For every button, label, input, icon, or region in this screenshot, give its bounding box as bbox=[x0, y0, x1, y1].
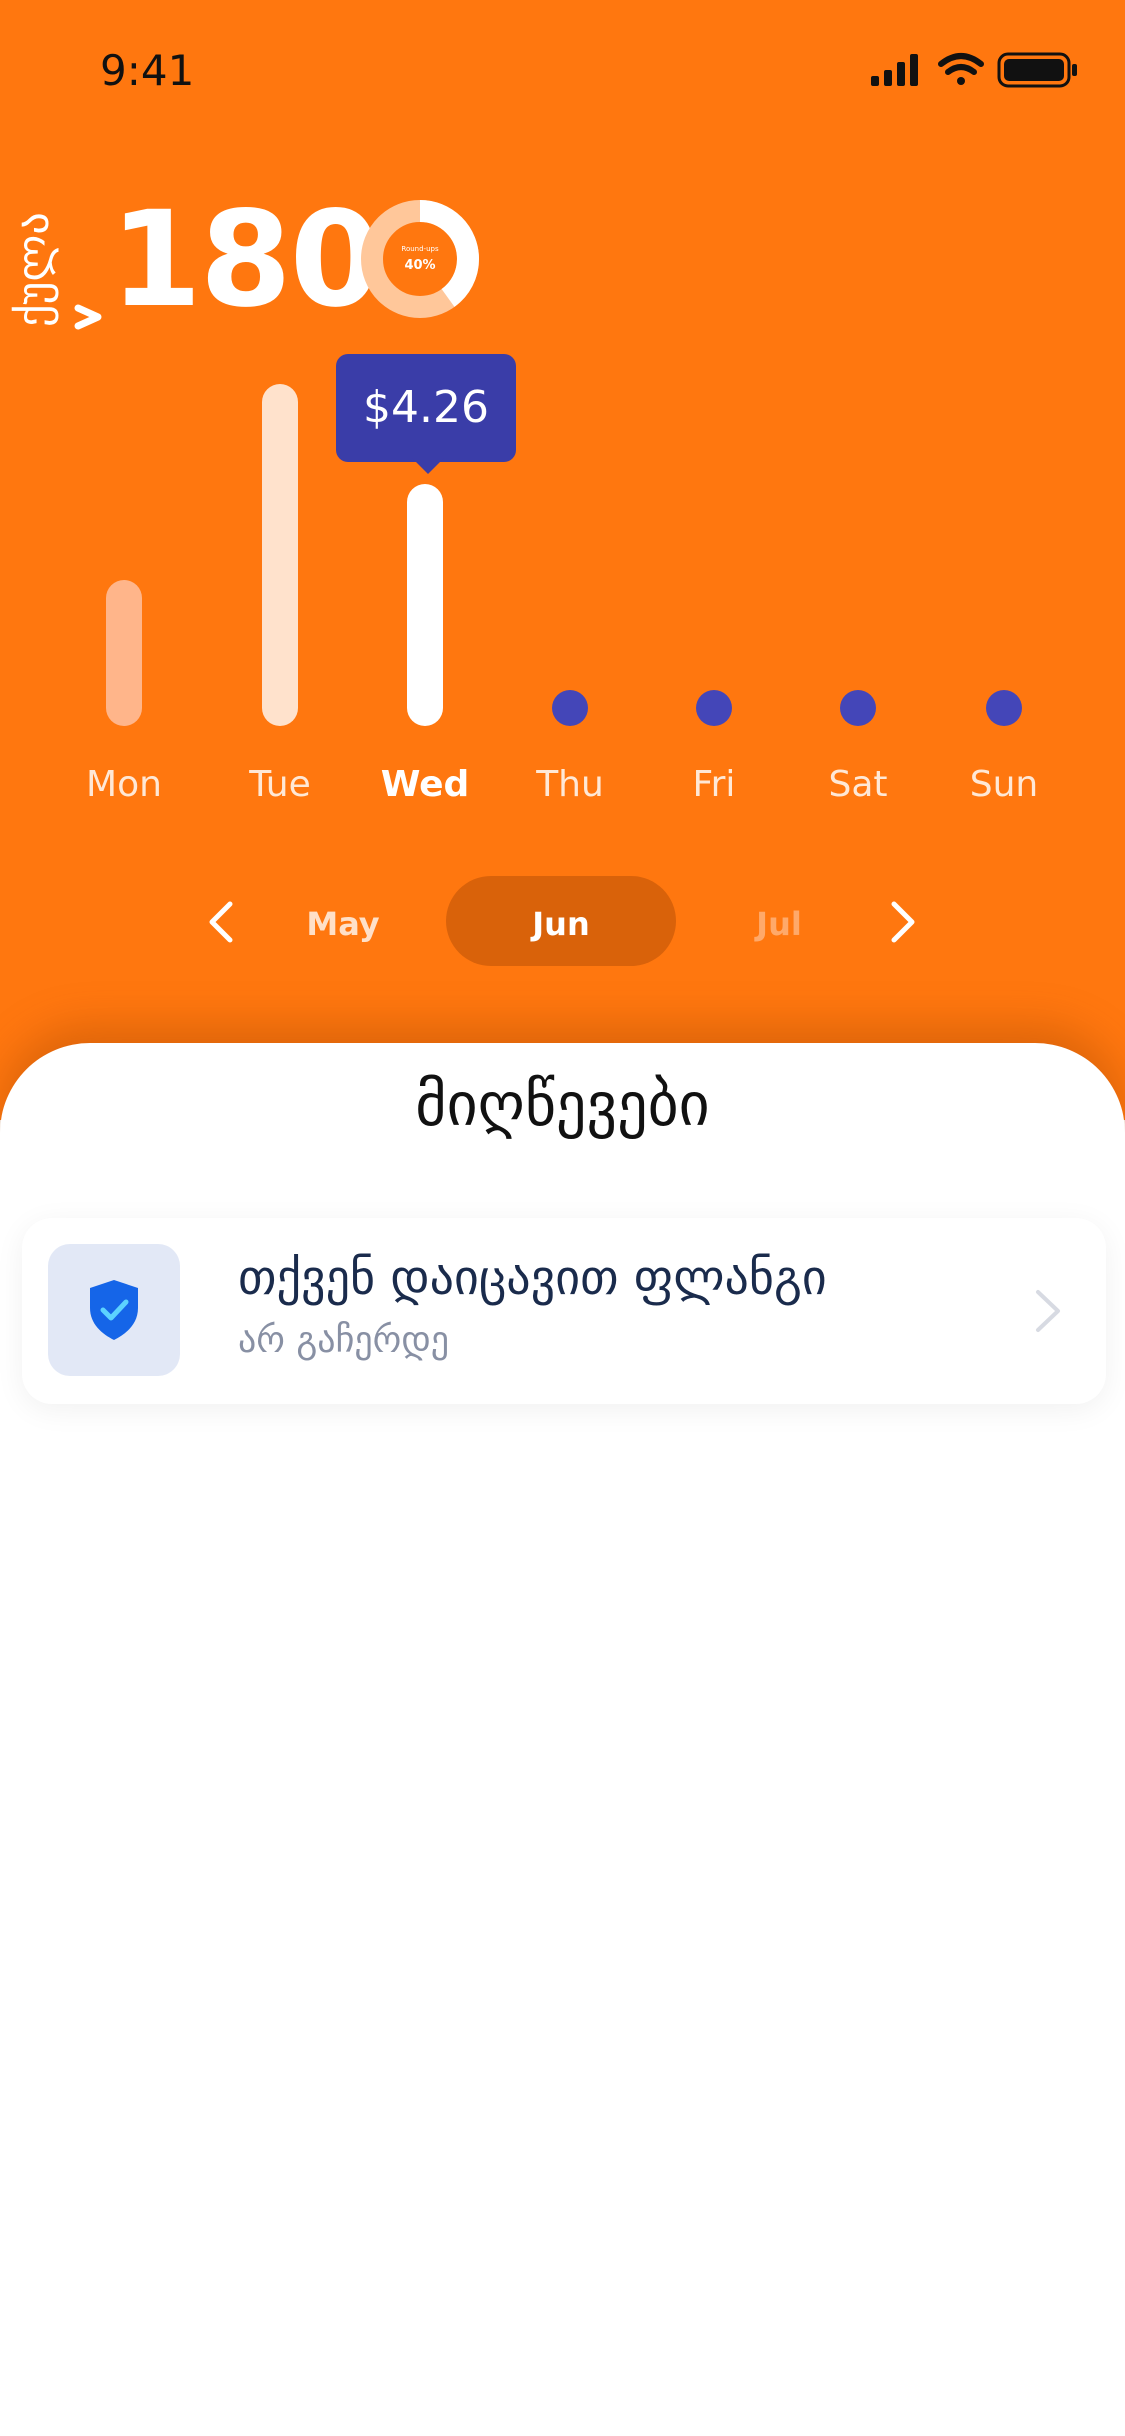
day-label-fri[interactable]: Fri bbox=[644, 764, 784, 805]
achievement-icon-box bbox=[48, 1244, 180, 1376]
status-icons bbox=[871, 52, 1077, 88]
day-label-tue[interactable]: Tue bbox=[210, 764, 350, 805]
value-tooltip: $4.26 bbox=[336, 354, 516, 462]
shield-check-icon bbox=[90, 1280, 138, 1340]
signal-icon bbox=[871, 54, 918, 86]
chart-dot-sun[interactable] bbox=[986, 690, 1022, 726]
donut-percent: 40% bbox=[404, 258, 436, 273]
battery-icon bbox=[997, 52, 1077, 88]
achievement-subtitle: არ გაჩერდე bbox=[238, 1320, 450, 1361]
month-current[interactable]: Jun bbox=[446, 876, 676, 966]
chart-bar-wed[interactable] bbox=[407, 484, 443, 726]
chart-dot-thu[interactable] bbox=[552, 690, 588, 726]
score-label: ქულა bbox=[8, 212, 59, 328]
chart-bar-mon[interactable] bbox=[106, 580, 142, 726]
chart-dot-sat[interactable] bbox=[840, 690, 876, 726]
chevron-right-icon[interactable] bbox=[880, 898, 924, 946]
donut-label: Round-ups bbox=[401, 245, 439, 253]
day-label-mon[interactable]: Mon bbox=[54, 764, 194, 805]
score-value: 180 bbox=[110, 183, 382, 337]
status-time: 9:41 bbox=[100, 46, 195, 95]
month-prev[interactable]: May bbox=[228, 876, 458, 966]
achievements-title: მიღწევები bbox=[415, 1070, 710, 1140]
day-label-thu[interactable]: Thu bbox=[500, 764, 640, 805]
day-label-sat[interactable]: Sat bbox=[788, 764, 928, 805]
chevron-right-icon[interactable] bbox=[72, 300, 106, 334]
achievement-card[interactable]: თქვენ დაიცავით ფლანგი არ გაჩერდე bbox=[22, 1218, 1106, 1404]
chart-dot-fri[interactable] bbox=[696, 690, 732, 726]
achievement-title: თქვენ დაიცავით ფლანგი bbox=[238, 1250, 827, 1306]
day-label-sun[interactable]: Sun bbox=[934, 764, 1074, 805]
chevron-right-icon[interactable] bbox=[1034, 1288, 1064, 1334]
tooltip-tail bbox=[412, 458, 444, 474]
wifi-icon bbox=[938, 53, 984, 85]
chart-bar-tue[interactable] bbox=[262, 384, 298, 726]
month-next[interactable]: Jul bbox=[664, 876, 894, 966]
day-label-wed[interactable]: Wed bbox=[355, 764, 495, 805]
month-navigator: May Jun Jul bbox=[0, 876, 1125, 966]
